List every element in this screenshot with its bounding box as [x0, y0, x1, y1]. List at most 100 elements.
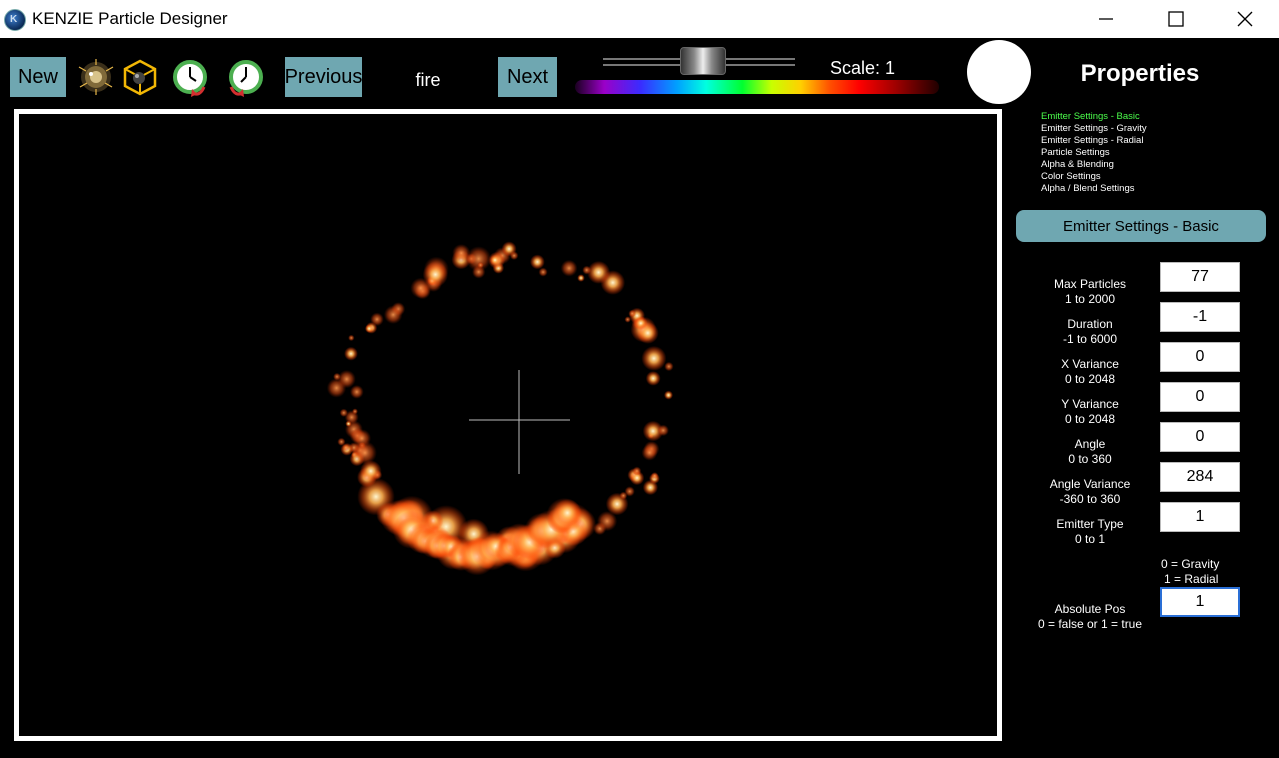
menu-item-alpha-blend-settings[interactable]: Alpha / Blend Settings: [1041, 183, 1147, 195]
previous-button[interactable]: Previous: [285, 57, 362, 97]
particle: [657, 424, 669, 437]
field-name: Emitter Type: [1056, 517, 1124, 531]
new-button[interactable]: New: [10, 57, 66, 97]
field-range: 0 = false or 1 = true: [1037, 617, 1143, 631]
field-range: 1 to 2000: [1064, 292, 1116, 306]
particle: [348, 334, 355, 342]
field-range: -1 to 6000: [1062, 332, 1118, 346]
emitter-type-hint-radial: 1 = Radial: [1164, 572, 1219, 586]
section-header: Emitter Settings - Basic: [1016, 210, 1266, 242]
menu-item-emitter-radial[interactable]: Emitter Settings - Radial: [1041, 135, 1147, 147]
particle: [326, 378, 347, 398]
field-range: 0 to 2048: [1064, 412, 1116, 426]
settings-menu: Emitter Settings - Basic Emitter Setting…: [1041, 111, 1147, 195]
particle: [664, 390, 673, 400]
menu-item-color-settings[interactable]: Color Settings: [1041, 171, 1147, 183]
background-color-swatch[interactable]: [967, 40, 1031, 104]
particle: [641, 444, 658, 461]
angle-variance-input[interactable]: [1160, 462, 1240, 492]
particle: [642, 479, 659, 496]
menu-item-particle-settings[interactable]: Particle Settings: [1041, 147, 1147, 159]
angle-input[interactable]: [1160, 422, 1240, 452]
y-variance-input[interactable]: [1160, 382, 1240, 412]
next-button[interactable]: Next: [498, 57, 557, 97]
particle: [560, 259, 578, 277]
particle: [577, 274, 585, 282]
menu-item-emitter-basic[interactable]: Emitter Settings - Basic: [1041, 111, 1147, 123]
absolute-pos-label: Absolute Pos 0 = false or 1 = true: [1020, 602, 1160, 632]
field-name: Max Particles: [1053, 277, 1127, 291]
particle-texture-icon[interactable]: [76, 57, 116, 97]
y-variance-label: Y Variance 0 to 2048: [1030, 397, 1150, 427]
scale-slider-thumb[interactable]: [680, 47, 726, 75]
max-particles-label: Max Particles 1 to 2000: [1030, 277, 1150, 307]
particle: [489, 254, 501, 266]
particle: [452, 244, 471, 263]
particle: [553, 498, 582, 527]
particle: [530, 254, 545, 270]
close-icon: [1237, 11, 1253, 27]
angle-variance-label: Angle Variance -360 to 360: [1030, 477, 1150, 507]
particle: [352, 408, 358, 415]
particle: [344, 346, 358, 361]
duration-input[interactable]: [1160, 302, 1240, 332]
title-bar: K KENZIE Particle Designer: [0, 0, 1279, 38]
particle: [349, 385, 364, 399]
emitter-type-input[interactable]: [1160, 502, 1240, 532]
duration-label: Duration -1 to 6000: [1030, 317, 1150, 347]
field-name: Y Variance: [1061, 397, 1119, 411]
clock-undo-icon[interactable]: [170, 57, 210, 97]
clock-redo-icon[interactable]: [225, 57, 265, 97]
app-logo-icon: K: [4, 9, 26, 31]
angle-label: Angle 0 to 360: [1030, 437, 1150, 467]
particle: [641, 345, 667, 371]
particle: [364, 324, 374, 333]
minimize-button[interactable]: [1071, 0, 1141, 38]
x-variance-input[interactable]: [1160, 342, 1240, 372]
x-variance-label: X Variance 0 to 2048: [1030, 357, 1150, 387]
particle: [636, 322, 659, 344]
effect-name-label: fire: [415, 70, 441, 90]
field-name: X Variance: [1061, 357, 1119, 371]
particle: [628, 309, 637, 318]
particle: [664, 361, 674, 372]
particle-preview-canvas[interactable]: [14, 109, 1002, 741]
field-name: Angle Variance: [1049, 477, 1131, 491]
field-name: Absolute Pos: [1054, 602, 1126, 616]
particle: [645, 371, 661, 386]
particle: [352, 429, 372, 448]
max-particles-input[interactable]: [1160, 262, 1240, 292]
absolute-pos-input[interactable]: [1160, 587, 1240, 617]
field-name: Duration: [1067, 317, 1113, 331]
particle: [597, 511, 618, 532]
field-range: 0 to 2048: [1064, 372, 1116, 386]
close-button[interactable]: [1210, 0, 1279, 38]
particle: [477, 261, 484, 269]
properties-title: Properties: [1080, 60, 1200, 87]
particle: [501, 241, 517, 257]
emitter-cube-icon[interactable]: [120, 57, 160, 97]
maximize-button[interactable]: [1141, 0, 1211, 38]
color-spectrum-bar[interactable]: [575, 80, 939, 94]
field-name: Angle: [1074, 437, 1106, 451]
particle: [650, 472, 659, 480]
particle: [538, 267, 548, 277]
field-range: 0 to 1: [1074, 532, 1106, 546]
scale-label: Scale: 1: [830, 58, 896, 78]
particle: [410, 277, 432, 299]
field-range: -360 to 360: [1059, 492, 1121, 506]
particle-layer: [326, 241, 674, 576]
particle: [370, 312, 384, 327]
particle: [360, 460, 382, 482]
emitter-type-hint-gravity: 0 = Gravity: [1161, 557, 1220, 571]
particle: [342, 443, 350, 452]
minimize-icon: [1099, 18, 1113, 20]
particle: [632, 466, 642, 476]
maximize-icon: [1168, 11, 1184, 27]
window-title: KENZIE Particle Designer: [32, 9, 228, 28]
menu-item-emitter-gravity[interactable]: Emitter Settings - Gravity: [1041, 123, 1147, 135]
particle: [587, 260, 611, 284]
menu-item-alpha-blending[interactable]: Alpha & Blending: [1041, 159, 1147, 171]
field-range: 0 to 360: [1068, 452, 1112, 466]
particle: [619, 491, 628, 500]
